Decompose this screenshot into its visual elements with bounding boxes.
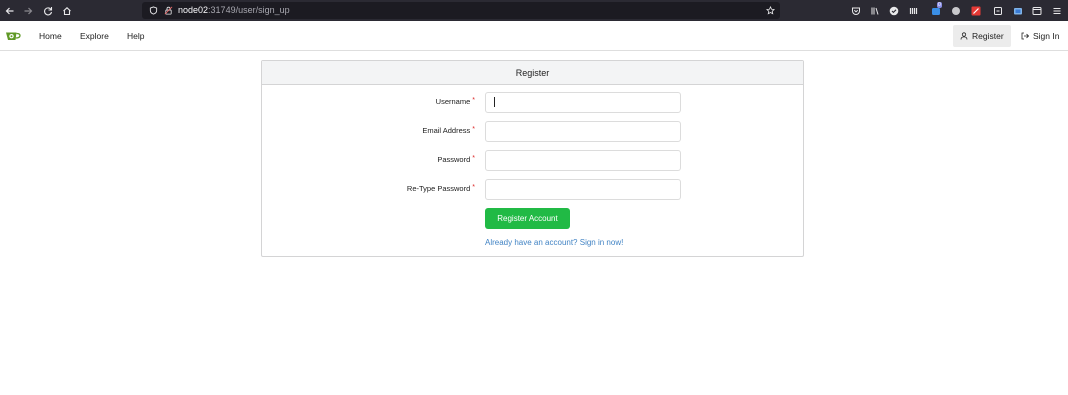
home-icon[interactable] bbox=[57, 0, 77, 21]
extension-badge-icon[interactable]: 0 bbox=[930, 2, 942, 16]
extension-badge-count: 0 bbox=[937, 2, 942, 8]
required-marker: * bbox=[472, 155, 475, 162]
verified-icon[interactable] bbox=[888, 5, 899, 16]
bookmark-star-icon[interactable] bbox=[763, 2, 777, 19]
browser-toolbar: node02:31749/user/sign_up 0 bbox=[0, 0, 1068, 21]
signin-nav-button[interactable]: Sign In bbox=[1014, 25, 1066, 47]
shield-icon[interactable] bbox=[146, 2, 160, 19]
email-input[interactable] bbox=[485, 121, 681, 142]
register-nav-button[interactable]: Register bbox=[953, 25, 1011, 47]
tab-grid-icon[interactable] bbox=[908, 5, 919, 16]
address-bar[interactable]: node02:31749/user/sign_up bbox=[142, 2, 780, 19]
clipboard-icon[interactable] bbox=[992, 5, 1003, 16]
signin-link[interactable]: Already have an account? Sign in now! bbox=[485, 238, 623, 247]
nav-explore-link[interactable]: Explore bbox=[80, 21, 109, 51]
form-title: Register bbox=[262, 61, 803, 85]
retype-password-label: Re-Type Password * bbox=[406, 184, 475, 193]
globe-icon[interactable] bbox=[950, 5, 961, 16]
gitea-logo-icon[interactable] bbox=[5, 29, 22, 43]
nav-home-link[interactable]: Home bbox=[39, 21, 62, 51]
url-text: node02:31749/user/sign_up bbox=[178, 5, 290, 15]
username-label: Username * bbox=[435, 97, 475, 106]
register-nav-label: Register bbox=[972, 31, 1004, 41]
username-input[interactable] bbox=[485, 92, 681, 113]
retype-password-input[interactable] bbox=[485, 179, 681, 200]
register-account-button[interactable]: Register Account bbox=[485, 208, 570, 229]
lock-warning-icon[interactable] bbox=[161, 2, 175, 19]
addon-red-icon[interactable] bbox=[970, 5, 981, 16]
password-input[interactable] bbox=[485, 150, 681, 171]
nav-help-link[interactable]: Help bbox=[127, 21, 144, 51]
required-marker: * bbox=[472, 126, 475, 133]
signin-nav-label: Sign In bbox=[1033, 31, 1060, 41]
register-form-card: Register Username * Email Address * Passwo… bbox=[261, 60, 804, 257]
menu-icon[interactable] bbox=[1051, 5, 1062, 16]
extensions-area: 0 bbox=[846, 0, 1068, 21]
reload-icon[interactable] bbox=[38, 0, 58, 21]
pocket-icon[interactable] bbox=[850, 5, 861, 16]
forward-icon[interactable] bbox=[18, 0, 38, 21]
email-label: Email Address * bbox=[422, 126, 475, 135]
required-marker: * bbox=[472, 184, 475, 191]
text-cursor bbox=[494, 97, 495, 107]
password-label: Password * bbox=[437, 155, 475, 164]
site-header: Home Explore Help Register Sign In bbox=[0, 21, 1068, 51]
person-icon bbox=[960, 32, 968, 40]
library-icon[interactable] bbox=[869, 5, 880, 16]
window-icon[interactable] bbox=[1031, 5, 1042, 16]
required-marker: * bbox=[472, 97, 475, 104]
back-icon[interactable] bbox=[0, 0, 20, 21]
container-tabs-icon[interactable] bbox=[1012, 5, 1023, 16]
sign-in-icon bbox=[1021, 32, 1029, 40]
